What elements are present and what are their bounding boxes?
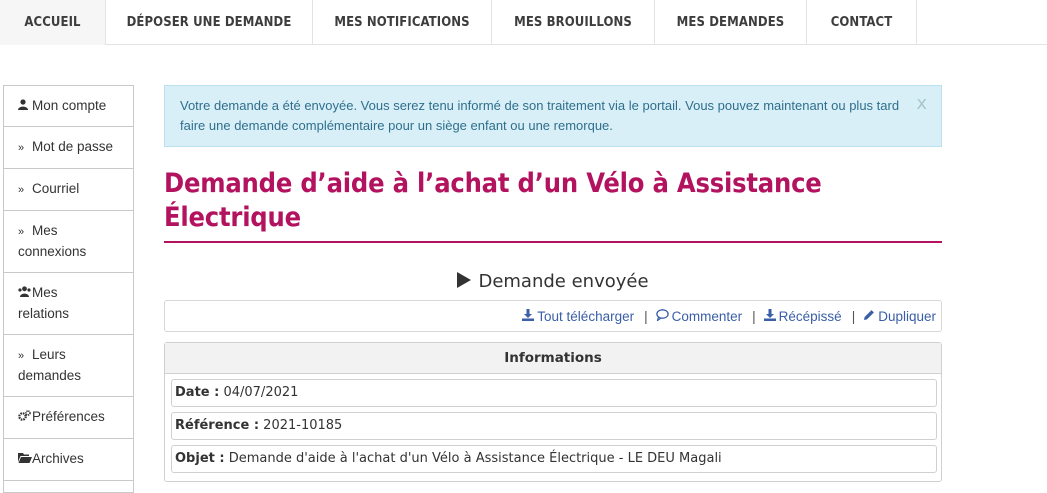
double-chevron-right-icon: » (18, 184, 25, 196)
folder-open-icon (18, 450, 32, 470)
sidebar-item-label: Courriel (32, 181, 80, 196)
account-sidebar: Mon compte » Mot de passe » Courriel » Mes … (3, 85, 134, 493)
play-icon (457, 272, 472, 288)
sidebar-item-partial (3, 481, 134, 493)
comment-label: Commenter (671, 308, 743, 324)
sidebar-item-courriel[interactable]: » Courriel (3, 169, 134, 211)
sidebar-item-label: Préférences (32, 409, 105, 424)
nav-mes-brouillons[interactable]: MES BROUILLONS (492, 0, 655, 45)
title-divider (164, 241, 942, 243)
sidebar-item-label: Mon compte (32, 97, 107, 113)
double-chevron-right-icon: » (18, 350, 25, 362)
sidebar-item-label: Archives (32, 451, 84, 466)
request-status: Demande envoyée (164, 271, 942, 292)
comment-icon (655, 308, 669, 324)
pencil-icon (863, 309, 875, 324)
nav-mes-demandes[interactable]: MES DEMANDES (655, 0, 807, 45)
date-label: Date : (175, 385, 220, 400)
information-panel: Informations Date : 04/07/2021 Référence… (164, 342, 942, 482)
user-icon (18, 97, 30, 117)
object-field: Objet : Demande d'aide à l'achat d'un Vé… (171, 445, 937, 473)
sidebar-item-leurs-demandes[interactable]: » Leurs demandes (3, 335, 134, 397)
reference-label: Référence : (175, 418, 260, 433)
cogs-icon (18, 408, 31, 428)
nav-mes-notifications[interactable]: MES NOTIFICATIONS (313, 0, 492, 45)
page-title: Demande d’aide à l’achat d’un Vélo à Ass… (164, 168, 822, 233)
sidebar-item-preferences[interactable]: Préférences (3, 397, 134, 439)
status-text: Demande envoyée (478, 271, 649, 292)
double-chevron-right-icon: » (18, 142, 25, 154)
sidebar-item-mes-relations[interactable]: Mes relations (3, 273, 134, 335)
object-value: Demande d'aide à l'achat d'un Vélo à Ass… (228, 451, 722, 466)
duplicate-link[interactable]: Dupliquer (863, 309, 936, 324)
actions-bar: Tout télécharger | Commenter | Récépissé… (164, 300, 942, 332)
reference-field: Référence : 2021-10185 (171, 412, 937, 440)
panel-heading: Informations (165, 343, 941, 374)
separator: | (644, 308, 648, 324)
nav-contact[interactable]: CONTACT (807, 0, 917, 45)
download-icon (763, 308, 776, 324)
download-all-label: Tout télécharger (537, 308, 635, 324)
date-field: Date : 04/07/2021 (171, 379, 937, 407)
nav-accueil[interactable]: ACCUEIL (0, 0, 106, 45)
top-navigation: ACCUEIL DÉPOSER UNE DEMANDE MES NOTIFICA… (0, 0, 1047, 45)
receipt-label: Récépissé (778, 308, 842, 324)
reference-value: 2021-10185 (263, 418, 343, 433)
object-label: Objet : (175, 451, 225, 466)
double-chevron-right-icon: » (18, 226, 25, 238)
download-icon (522, 308, 535, 324)
sidebar-item-archives[interactable]: Archives (3, 439, 134, 481)
duplicate-label: Dupliquer (878, 308, 936, 324)
users-icon (18, 284, 31, 304)
download-all-link[interactable]: Tout télécharger (522, 308, 635, 324)
sidebar-item-mon-compte[interactable]: Mon compte (3, 85, 134, 127)
alert-message: Votre demande a été envoyée. Vous serez … (180, 98, 900, 133)
date-value: 04/07/2021 (223, 385, 299, 400)
comment-link[interactable]: Commenter (655, 308, 743, 324)
sidebar-item-label: Mot de passe (32, 139, 114, 154)
separator: | (851, 308, 856, 324)
sidebar-item-mot-de-passe[interactable]: » Mot de passe (3, 127, 134, 169)
success-alert: Votre demande a été envoyée. Vous serez … (164, 85, 942, 147)
receipt-link[interactable]: Récépissé (763, 308, 842, 324)
sidebar-item-mes-connexions[interactable]: » Mes connexions (3, 211, 134, 273)
separator: | (752, 308, 756, 324)
close-icon[interactable]: x (916, 94, 927, 114)
nav-deposer-demande[interactable]: DÉPOSER UNE DEMANDE (106, 0, 313, 45)
